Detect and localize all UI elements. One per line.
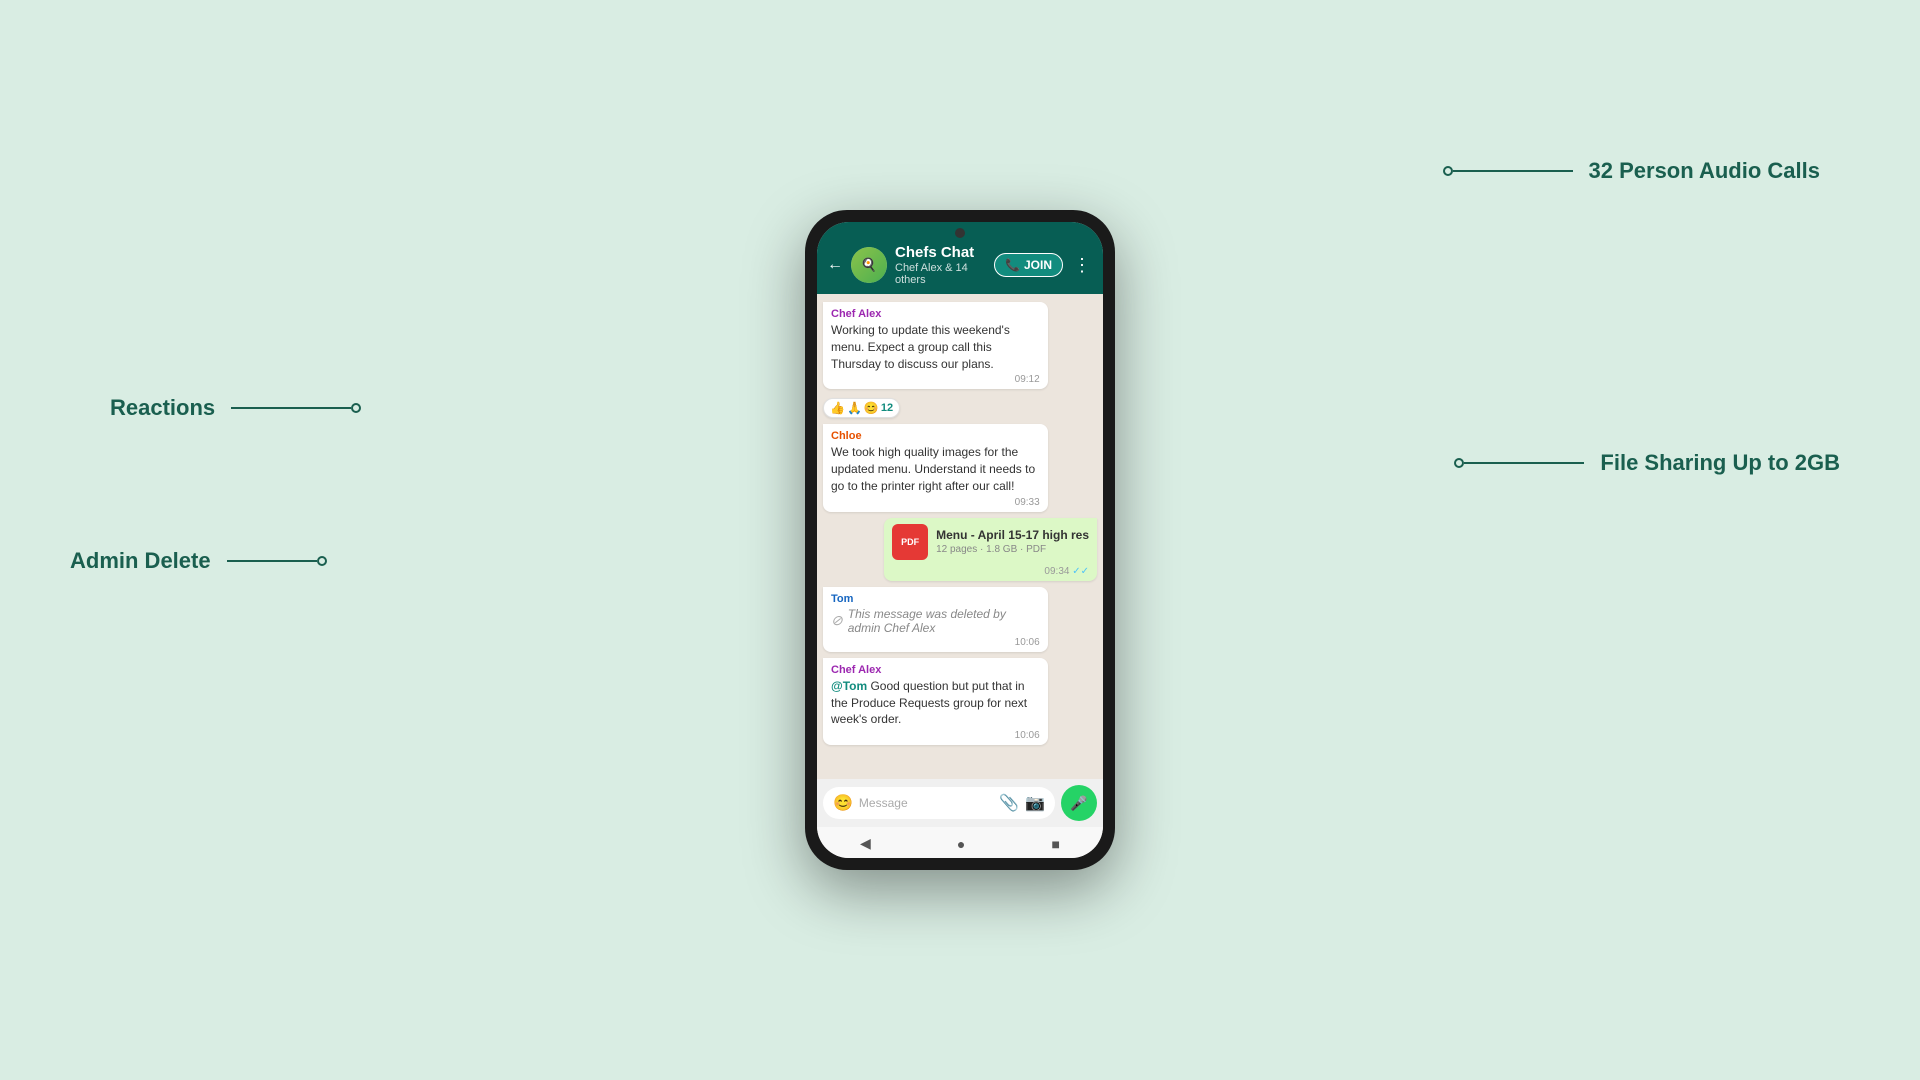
reaction-smile: 😊 [864,401,879,415]
phone-screen: ← 🍳 Chefs Chat Chef Alex & 14 others 📞 J… [817,222,1103,858]
chat-info[interactable]: Chefs Chat Chef Alex & 14 others [895,244,986,286]
deleted-text-content: This message was deleted by admin Chef A… [848,607,1040,635]
audio-calls-annotation: 32 Person Audio Calls [1443,158,1820,184]
phone-mockup: ← 🍳 Chefs Chat Chef Alex & 14 others 📞 J… [805,210,1115,870]
attach-button[interactable]: 📎 [999,793,1019,813]
message-1: Chef Alex Working to update this weekend… [823,302,1048,389]
more-options-button[interactable]: ⋮ [1071,255,1093,276]
file-sharing-label: File Sharing Up to 2GB [1600,450,1840,476]
audio-calls-line [1453,170,1573,172]
reactions-line [231,407,351,409]
file-sharing-annotation: File Sharing Up to 2GB [1454,450,1840,476]
message-time-3: 09:34 ✓✓ [1044,566,1089,577]
reaction-count: 12 [881,402,893,414]
admin-delete-annotation: Admin Delete [70,548,327,574]
sender-chloe: Chloe [831,430,1040,442]
message-time-4: 10:06 [1015,637,1040,648]
admin-delete-line [227,560,317,562]
nav-back-button[interactable]: ◀ [860,835,871,852]
reactions-dot [351,403,361,413]
sender-tom: Tom [831,593,1040,605]
phone-shell: ← 🍳 Chefs Chat Chef Alex & 14 others 📞 J… [805,210,1115,870]
pdf-meta: 12 pages · 1.8 GB · PDF [936,544,1089,555]
message-time-1: 09:12 [1015,374,1040,385]
deleted-message-text: ⊘ This message was deleted by admin Chef… [831,607,1040,635]
message-reactions[interactable]: 👍 🙏 😊 12 [823,398,900,418]
mic-button[interactable]: 🎤 [1061,785,1097,821]
nav-recents-button[interactable]: ■ [1051,836,1059,852]
message-text-1: Working to update this weekend's menu. E… [831,322,1040,372]
avatar-initials: 🍳 [851,247,887,283]
file-attachment: PDF Menu - April 15-17 high res 12 pages… [892,524,1089,560]
reactions-annotation: Reactions [110,395,361,421]
message-4-deleted: Tom ⊘ This message was deleted by admin … [823,587,1048,652]
pdf-filename: Menu - April 15-17 high res [936,528,1089,542]
message-input-container[interactable]: 😊 Message 📎 📷 [823,787,1055,819]
admin-delete-label: Admin Delete [70,548,211,574]
input-bar: 😊 Message 📎 📷 🎤 [817,779,1103,827]
back-button[interactable]: ← [827,256,843,274]
chat-subtitle: Chef Alex & 14 others [895,262,986,286]
message-text-2: We took high quality images for the upda… [831,444,1040,494]
audio-calls-label: 32 Person Audio Calls [1589,158,1820,184]
nav-home-button[interactable]: ● [957,836,965,852]
join-button[interactable]: 📞 JOIN [994,253,1063,277]
message-3-pdf: PDF Menu - April 15-17 high res 12 pages… [884,518,1097,581]
file-info: Menu - April 15-17 high res 12 pages · 1… [936,528,1089,555]
pdf-icon: PDF [892,524,928,560]
file-sharing-dot [1454,458,1464,468]
phone-icon: 📞 [1005,258,1020,272]
admin-delete-dot [317,556,327,566]
group-avatar: 🍳 [851,247,887,283]
message-time-2: 09:33 [1015,497,1040,508]
deleted-icon: ⊘ [831,612,843,629]
reaction-pray: 🙏 [847,401,862,415]
message-text-5: @Tom Good question but put that in the P… [831,678,1040,728]
sender-chef-alex-2: Chef Alex [831,664,1040,676]
message-input-placeholder[interactable]: Message [859,796,993,810]
audio-calls-dot [1443,166,1453,176]
message-2: Chloe We took high quality images for th… [823,424,1048,511]
reactions-label: Reactions [110,395,215,421]
phone-navbar: ◀ ● ■ [817,827,1103,858]
join-label: JOIN [1024,258,1052,272]
reaction-thumbsup: 👍 [830,401,845,415]
sender-chef-alex-1: Chef Alex [831,308,1040,320]
message-ticks: ✓✓ [1072,566,1089,577]
message-5: Chef Alex @Tom Good question but put tha… [823,658,1048,745]
messages-area: Chef Alex Working to update this weekend… [817,294,1103,779]
file-sharing-line [1464,462,1584,464]
camera-notch [955,228,965,238]
emoji-button[interactable]: 😊 [833,793,853,813]
message-time-5: 10:06 [1015,730,1040,741]
camera-button[interactable]: 📷 [1025,793,1045,813]
mention-tom: @Tom [831,679,867,693]
chat-name: Chefs Chat [895,244,986,262]
